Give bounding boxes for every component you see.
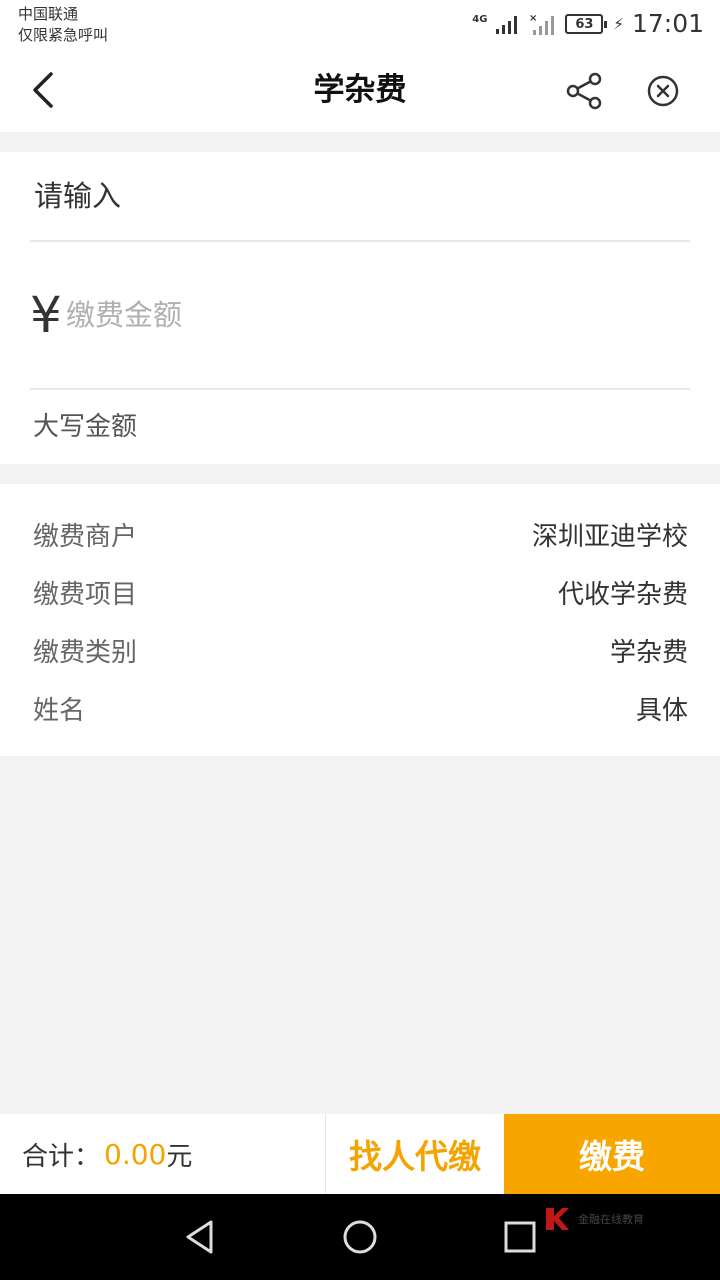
capital-amount-label: 大写金额 <box>33 412 138 442</box>
watermark-text: 金融在线教育 <box>578 1213 644 1226</box>
total-summary: 合计： 0.00 元 <box>22 1114 192 1194</box>
charging-icon: ⚡ <box>613 15 624 33</box>
detail-value: 代收学杂费 <box>557 579 688 610</box>
battery-icon: 63 <box>565 14 608 34</box>
svg-text:×: × <box>529 13 537 24</box>
detail-value: 具体 <box>635 695 688 726</box>
detail-value: 学杂费 <box>609 637 688 668</box>
divider <box>30 388 690 390</box>
close-circle-icon <box>647 75 679 107</box>
signal-icon <box>496 16 518 34</box>
proxy-pay-button[interactable]: 找人代缴 <box>325 1114 504 1194</box>
square-recents-icon <box>504 1221 536 1253</box>
clock: 17:01 <box>631 9 704 38</box>
system-recents-button[interactable] <box>497 1214 543 1260</box>
detail-row-merchant: 缴费商户 深圳亚迪学校 <box>33 514 688 554</box>
watermark: 金融在线教育 <box>542 1194 644 1244</box>
status-bar: 中国联通 仅限紧急呼叫 4G × 63 ⚡ 17:01 <box>0 0 720 48</box>
total-label: 合计： <box>22 1141 101 1172</box>
remark-input[interactable] <box>34 176 674 216</box>
payment-input-card: ¥ 大写金额 <box>0 152 720 464</box>
detail-label: 缴费项目 <box>33 579 138 610</box>
system-nav-bar: 金融在线教育 <box>0 1194 720 1280</box>
close-button[interactable] <box>640 68 686 114</box>
total-amount: 0.00 <box>104 1137 167 1171</box>
circle-home-icon <box>343 1220 377 1254</box>
share-button[interactable] <box>562 68 608 114</box>
page-title: 学杂费 <box>313 72 407 108</box>
total-unit: 元 <box>166 1141 193 1172</box>
system-home-button[interactable] <box>337 1214 383 1260</box>
detail-label: 缴费类别 <box>33 637 138 668</box>
detail-label: 缴费商户 <box>33 521 138 552</box>
detail-row-category: 缴费类别 学杂费 <box>33 630 688 670</box>
signal-no-sim-icon: × <box>529 13 555 35</box>
amount-input[interactable] <box>66 295 626 335</box>
divider <box>30 240 690 242</box>
carrier-name: 中国联通 <box>18 5 79 23</box>
nav-bar: 学杂费 <box>0 48 720 132</box>
carrier-info: 中国联通 仅限紧急呼叫 <box>18 4 108 46</box>
detail-value: 深圳亚迪学校 <box>531 521 688 552</box>
detail-row-item: 缴费项目 代收学杂费 <box>33 572 688 612</box>
currency-symbol: ¥ <box>30 286 62 344</box>
triangle-back-icon <box>186 1220 213 1254</box>
status-indicators: 4G × 63 ⚡ 17:01 <box>472 9 704 39</box>
bottom-action-bar: 合计： 0.00 元 找人代缴 缴费 <box>0 1114 720 1194</box>
payment-details-card: 缴费商户 深圳亚迪学校 缴费项目 代收学杂费 缴费类别 学杂费 姓名 具体 <box>0 484 720 756</box>
detail-row-name: 姓名 具体 <box>33 688 688 728</box>
watermark-logo-icon <box>546 1208 569 1230</box>
detail-label: 姓名 <box>33 695 86 726</box>
pay-button[interactable]: 缴费 <box>504 1114 720 1194</box>
emergency-text: 仅限紧急呼叫 <box>18 26 109 44</box>
network-type: 4G <box>472 14 488 25</box>
share-icon <box>566 72 602 110</box>
system-back-button[interactable] <box>177 1214 223 1260</box>
